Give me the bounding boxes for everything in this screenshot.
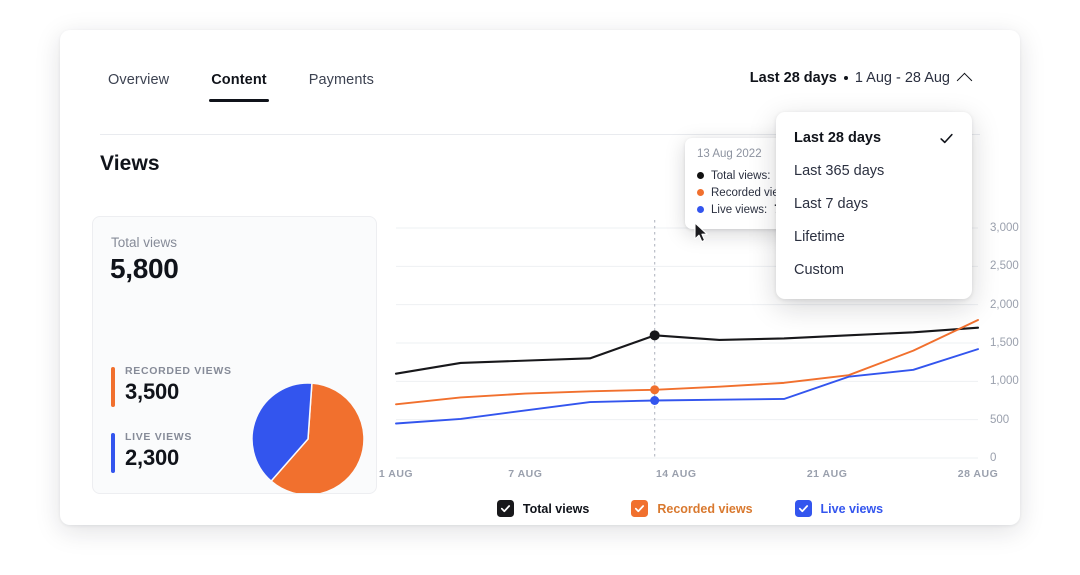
date-range-value: 1 Aug - 28 Aug [854, 70, 950, 86]
x-axis-tick-label: 21 AUG [806, 468, 848, 480]
app-root: Overview Content Payments Last 28 days 1… [0, 0, 1080, 575]
views-pie-chart [248, 379, 368, 493]
live-views-value: 2,300 [125, 445, 180, 470]
x-axis-tick-label: 1 AUG [378, 468, 414, 480]
x-axis-labels: 1 AUG 7 AUG 14 AUG 21 AUG 28 AUG [379, 468, 998, 488]
page-title: Views [100, 152, 160, 175]
checkbox-recorded-views[interactable] [631, 500, 649, 517]
date-range-selector[interactable]: Last 28 days 1 Aug - 28 Aug [749, 70, 973, 88]
check-icon [940, 133, 953, 143]
legend-item-recorded-views[interactable]: Recorded views [631, 500, 753, 517]
recorded-views-color-bar [111, 367, 115, 407]
legend-label-recorded-views: Recorded views [657, 501, 753, 516]
checkbox-live-views[interactable] [794, 500, 812, 517]
check-icon [500, 505, 510, 513]
recorded-views-stat: RECORDED VIEWS 3,500 [111, 365, 232, 407]
dropdown-item-custom[interactable]: Custom [776, 254, 972, 287]
y-axis-tick-label: 1,000 [990, 375, 1019, 388]
dropdown-item-label: Last 28 days [794, 130, 882, 146]
tab-payments[interactable]: Payments [301, 68, 382, 102]
tab-content-label: Content [211, 72, 267, 88]
recorded-views-label: RECORDED VIEWS [125, 365, 232, 377]
pie-chart-svg [251, 382, 365, 493]
legend-item-live-views[interactable]: Live views [794, 500, 884, 517]
mouse-cursor-icon [694, 222, 708, 243]
date-range-preset-label: Last 28 days [749, 70, 837, 86]
legend-label-live-views: Live views [820, 501, 884, 516]
dropdown-item-last-365-days[interactable]: Last 365 days [776, 155, 972, 188]
check-icon [798, 505, 808, 513]
dropdown-item-lifetime[interactable]: Lifetime [776, 221, 972, 254]
x-axis-tick-label: 28 AUG [957, 468, 999, 480]
live-views-dot-icon [697, 206, 704, 213]
analytics-panel: Overview Content Payments Last 28 days 1… [60, 30, 1020, 525]
tab-overview[interactable]: Overview [100, 68, 177, 102]
y-axis-tick-label: 0 [990, 452, 997, 464]
y-axis-tick-label: 3,000 [990, 222, 1019, 234]
dropdown-item-label: Lifetime [794, 229, 845, 245]
tab-payments-label: Payments [308, 72, 374, 88]
live-views-color-bar [111, 433, 115, 473]
views-summary-card: Total views 5,800 RECORDED VIEWS 3,500 L… [92, 216, 377, 494]
x-axis-tick-label: 14 AUG [655, 468, 697, 480]
chart-legend: Total views Recorded views Live views [390, 500, 990, 517]
y-axis-tick-label: 500 [990, 413, 1010, 426]
total-views-value: 5,800 [110, 253, 179, 284]
bullet-separator-icon [843, 76, 848, 80]
dropdown-item-last-28-days[interactable]: Last 28 days [776, 122, 972, 155]
legend-label-total-views: Total views [522, 501, 590, 516]
dropdown-item-last-7-days[interactable]: Last 7 days [776, 188, 972, 221]
total-views-dot-icon [697, 172, 704, 179]
tab-content[interactable]: Content [203, 68, 274, 102]
live-views-stat: LIVE VIEWS 2,300 [111, 431, 193, 473]
tooltip-live-label: Live views: [711, 203, 768, 216]
y-axis-tick-label: 1,500 [990, 337, 1019, 349]
tooltip-total-label: Total views: [711, 169, 771, 182]
recorded-views-dot-icon [697, 189, 704, 196]
legend-item-total-views[interactable]: Total views [496, 500, 590, 517]
total-views-label: Total views [111, 235, 178, 250]
live-views-label: LIVE VIEWS [125, 431, 193, 443]
x-axis-tick-label: 7 AUG [508, 468, 543, 480]
chevron-up-icon[interactable] [956, 72, 973, 88]
check-icon [635, 505, 645, 513]
date-range-dropdown-menu[interactable]: Last 28 days Last 365 days Last 7 days L… [776, 112, 972, 299]
checkbox-total-views[interactable] [496, 500, 514, 517]
dropdown-item-label: Custom [794, 262, 844, 278]
dropdown-item-label: Last 7 days [794, 196, 869, 212]
y-axis-tick-label: 2,000 [990, 298, 1019, 311]
y-axis-tick-label: 2,500 [990, 260, 1019, 273]
dropdown-item-label: Last 365 days [794, 163, 885, 179]
tab-bar: Overview Content Payments [100, 68, 382, 102]
tab-overview-label: Overview [108, 72, 170, 88]
recorded-views-value: 3,500 [125, 379, 180, 404]
